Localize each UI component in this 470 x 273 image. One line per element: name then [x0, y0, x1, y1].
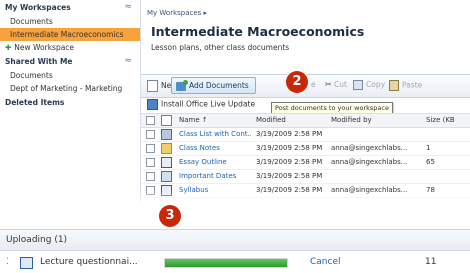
workspace-window: My Workspaces ≈ Documents Intermediate M…	[0, 0, 470, 205]
install-label: Install Office Live Update	[161, 99, 256, 109]
new-document-icon	[147, 80, 158, 92]
sidebar-item-documents[interactable]: Documents	[0, 15, 140, 28]
page-title: Intermediate Macroeconomics	[151, 24, 365, 39]
add-documents-label: Add Documents	[189, 81, 249, 90]
install-icon	[147, 99, 158, 110]
modified-by: anna@singexchlabs...	[331, 158, 408, 166]
new-workspace-label: New Workspace	[14, 43, 75, 52]
upload-progress-fill	[165, 259, 287, 267]
row-checkbox[interactable]	[146, 156, 156, 169]
paste-button[interactable]: Paste	[389, 80, 422, 91]
plus-icon: ✚	[5, 43, 12, 52]
copy-button[interactable]: Copy	[353, 80, 385, 90]
sidebar-item-dept-of-marketing[interactable]: Dept of Marketing - Marketing	[0, 82, 140, 95]
loading-spinner-icon: ⁚	[6, 257, 9, 267]
column-header-size[interactable]: Size (KB	[426, 114, 470, 127]
table-row[interactable]: Class List with Cont... 3/19/2009 2:58 P…	[141, 128, 470, 142]
upload-item: ⁚ Lecture questionnai... Cancel 11	[0, 251, 470, 273]
documents-table: Name ↑ Modified Modified by Size (KB Cla…	[141, 113, 470, 198]
table-row[interactable]: Class Notes 3/19/2009 2:58 PM anna@singe…	[141, 142, 470, 156]
modified-by: anna@singexchlabs...	[331, 186, 408, 194]
add-documents-icon	[176, 79, 188, 91]
file-name-link[interactable]: Class List with Cont...	[179, 128, 251, 141]
document-icon	[161, 184, 173, 197]
add-documents-button[interactable]: Add Documents	[171, 77, 256, 94]
page-subtitle: Lesson plans, other class documents	[151, 43, 290, 52]
file-name-link[interactable]: Syllabus	[179, 184, 251, 197]
image-file-icon	[161, 128, 173, 141]
modified-date: 3/19/2009 2:58 PM	[256, 158, 323, 166]
callout-badge-2: 2	[286, 71, 308, 93]
file-name-link[interactable]: Class Notes	[179, 142, 251, 155]
scissors-icon: ✂	[325, 80, 332, 89]
cut-label: Cut	[334, 80, 347, 89]
copy-icon	[353, 80, 363, 90]
sidebar-section-shared-with-me[interactable]: Shared With Me ≈	[0, 54, 140, 69]
new-workspace-link[interactable]: ✚ New Workspace	[0, 41, 140, 54]
row-checkbox[interactable]	[146, 128, 156, 141]
file-name-link[interactable]: Essay Outline	[179, 156, 251, 169]
paste-icon	[389, 80, 399, 91]
cut-button[interactable]: ✂ Cut	[325, 80, 347, 89]
modified-date: 3/19/2009 2:58 PM	[256, 186, 323, 194]
file-size: 1	[426, 144, 431, 152]
collapse-chevron-icon[interactable]: ≈	[124, 54, 132, 69]
table-row[interactable]: Important Dates 3/19/2009 2:58 PM	[141, 170, 470, 184]
modified-date: 3/19/2009 2:58 PM	[256, 130, 323, 138]
column-header-name[interactable]: Name ↑	[179, 114, 251, 127]
sidebar-section-label: Shared With Me	[5, 57, 73, 66]
row-checkbox[interactable]	[146, 184, 156, 197]
upload-file-name: Lecture questionnai...	[40, 257, 138, 267]
sidebar-section-label: My Workspaces	[5, 3, 71, 12]
modified-by: anna@singexchlabs...	[331, 144, 408, 152]
upload-progress-bar	[164, 258, 288, 268]
column-header-modified[interactable]: Modified	[256, 114, 328, 127]
delete-button[interactable]: e	[311, 80, 316, 89]
paste-label: Paste	[402, 80, 423, 90]
file-name-link[interactable]: Important Dates	[179, 170, 251, 183]
install-office-live-update-link[interactable]: Install Office Live Update	[147, 99, 255, 110]
sidebar: My Workspaces ≈ Documents Intermediate M…	[0, 0, 141, 205]
row-checkbox[interactable]	[146, 142, 156, 155]
modified-date: 3/19/2009 2:58 PM	[256, 144, 323, 152]
file-size: 65	[426, 158, 435, 166]
modified-date: 3/19/2009 2:58 PM	[256, 172, 323, 180]
folder-icon	[161, 142, 173, 155]
collapse-chevron-icon[interactable]: ≈	[124, 0, 132, 15]
column-header-modified-by[interactable]: Modified by	[331, 114, 423, 127]
main-content: My Workspaces ▸ Intermediate Macroeconom…	[141, 0, 470, 205]
file-size: 78	[426, 186, 435, 194]
sidebar-item-intermediate-macroeconomics[interactable]: Intermediate Macroeconomics	[0, 28, 140, 41]
file-type-column-icon	[161, 114, 173, 127]
table-row[interactable]: Syllabus 3/19/2009 2:58 PM anna@singexch…	[141, 184, 470, 198]
upload-count: 11	[425, 257, 437, 267]
upload-panel: Uploading (1) ⁚ Lecture questionnai... C…	[0, 229, 470, 273]
table-header-row: Name ↑ Modified Modified by Size (KB	[141, 113, 470, 128]
cancel-upload-link[interactable]: Cancel	[310, 251, 341, 273]
breadcrumb[interactable]: My Workspaces ▸	[147, 9, 207, 17]
sidebar-item-shared-documents[interactable]: Documents	[0, 69, 140, 82]
document-icon	[20, 257, 33, 269]
sidebar-section-my-workspaces[interactable]: My Workspaces ≈	[0, 0, 140, 15]
copy-label: Copy	[366, 80, 386, 89]
list-icon	[161, 170, 173, 183]
document-icon	[161, 156, 173, 169]
sidebar-section-deleted-items[interactable]: Deleted Items	[0, 95, 140, 110]
row-checkbox[interactable]	[146, 170, 156, 183]
table-row[interactable]: Essay Outline 3/19/2009 2:58 PM anna@sin…	[141, 156, 470, 170]
upload-panel-header: Uploading (1)	[0, 230, 470, 251]
select-all-checkbox[interactable]	[146, 114, 156, 127]
callout-badge-3: 3	[159, 205, 181, 227]
